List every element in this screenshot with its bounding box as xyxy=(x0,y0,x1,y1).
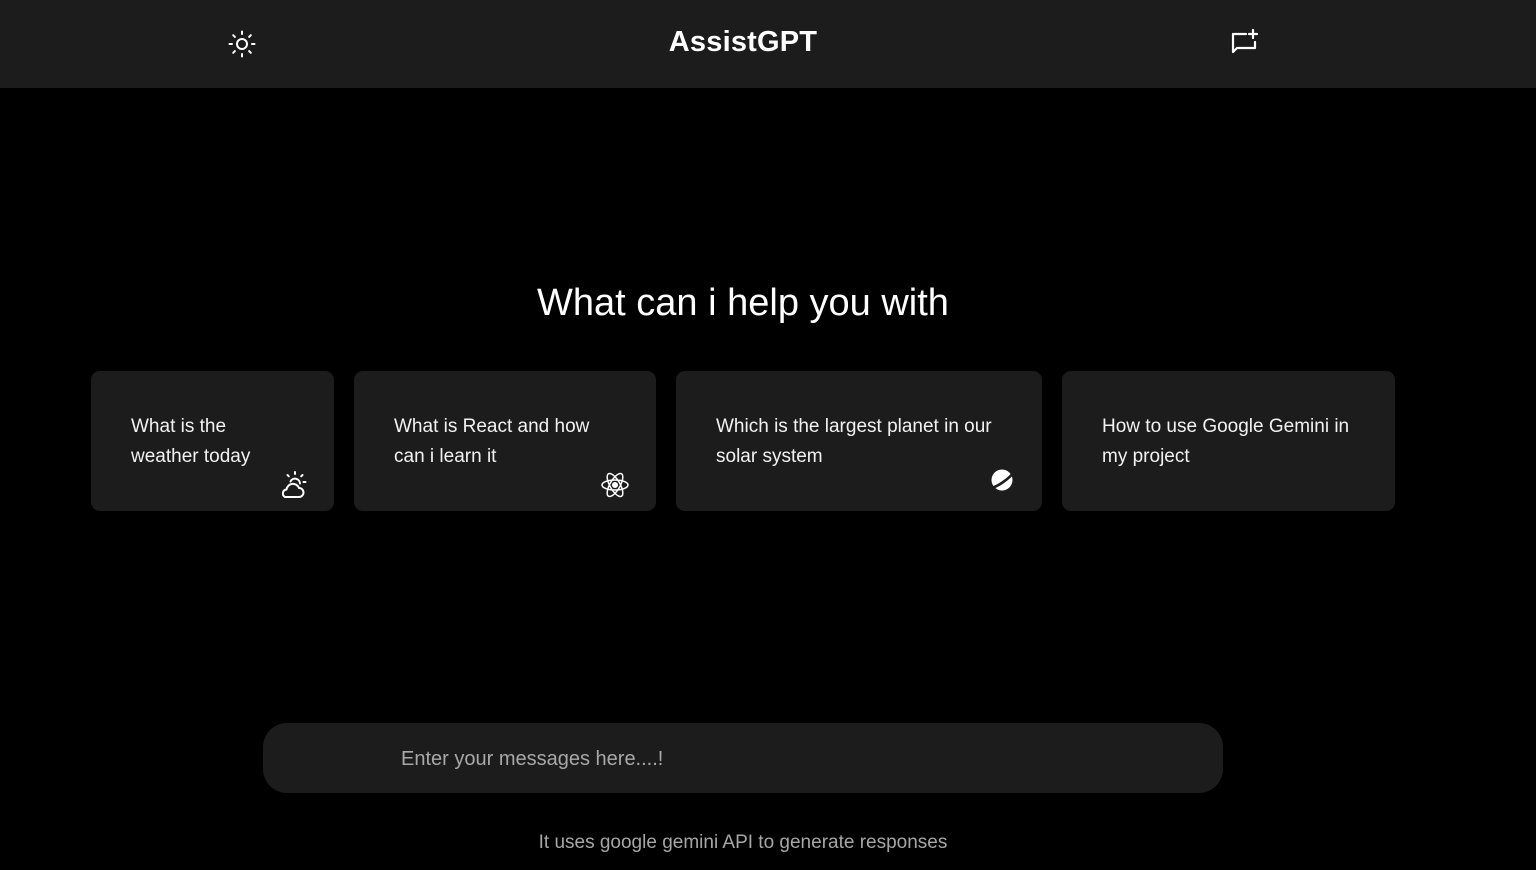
message-composer xyxy=(263,723,1223,795)
suggestion-card-weather[interactable]: What is the weather today xyxy=(91,371,334,511)
suggestion-card-planet[interactable]: Which is the largest planet in our solar… xyxy=(676,371,1042,511)
weather-partly-cloudy-icon xyxy=(281,471,307,498)
suggestion-card-text: Which is the largest planet in our solar… xyxy=(716,416,992,467)
app-title: AssistGPT xyxy=(668,26,818,58)
new-chat-icon xyxy=(1231,28,1259,54)
footer-note: It uses google gemini API to generate re… xyxy=(538,832,948,853)
page-headline: What can i help you with xyxy=(537,282,949,324)
message-input[interactable] xyxy=(399,723,1183,795)
app-header: AssistGPT xyxy=(0,0,1536,88)
suggestion-card-text: How to use Google Gemini in my project xyxy=(1102,416,1350,467)
new-chat-button[interactable] xyxy=(1226,26,1262,62)
suggestion-card-gemini[interactable]: How to use Google Gemini in my project xyxy=(1062,371,1395,511)
react-atom-icon xyxy=(601,472,629,498)
planet-icon xyxy=(989,469,1016,491)
suggestion-card-text: What is React and how can i learn it xyxy=(394,416,590,467)
suggestion-card-react[interactable]: What is React and how can i learn it xyxy=(354,371,656,511)
suggestion-card-text: What is the weather today xyxy=(131,416,251,467)
